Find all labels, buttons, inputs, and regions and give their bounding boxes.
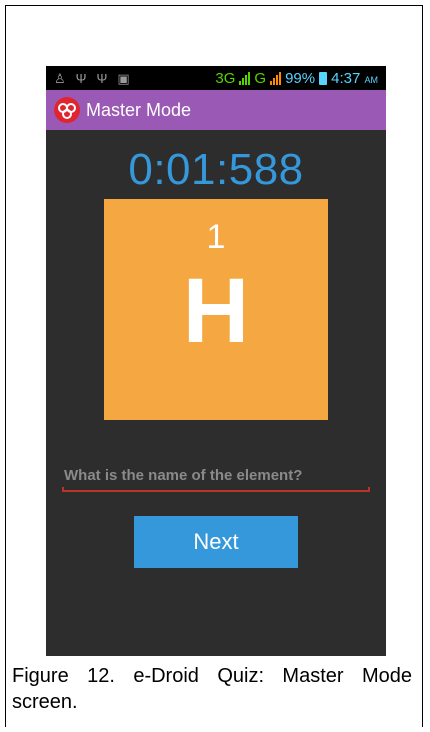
answer-field-container — [62, 460, 370, 494]
network-type: 3G — [215, 69, 236, 87]
system-status: 3G G 99% 4:37 AM — [215, 70, 378, 87]
clock: 4:37 AM — [331, 69, 378, 87]
signal-icon — [239, 71, 251, 85]
app-logo-icon — [54, 97, 80, 123]
image-icon: ▣ — [117, 70, 130, 86]
usb-icon: Ψ — [96, 70, 108, 86]
app-bar: Master Mode — [46, 90, 386, 130]
figure-caption: Figure 12. e-Droid Quiz: Master Mode scr… — [12, 665, 412, 713]
status-bar: ♙ Ψ Ψ ▣ 3G G 99% 4:37 AM — [46, 66, 386, 90]
battery-percent: 99% — [285, 69, 316, 87]
notification-icons: ♙ Ψ Ψ ▣ — [54, 72, 130, 85]
signal-icon — [270, 71, 282, 85]
answer-input[interactable] — [62, 460, 370, 490]
quiz-timer: 0:01:588 — [128, 145, 304, 194]
atomic-number: 1 — [206, 218, 226, 256]
usb-icon: Ψ — [75, 70, 87, 86]
element-tile: 1 H — [104, 199, 328, 420]
element-symbol: H — [182, 260, 250, 362]
phone-screen: ♙ Ψ Ψ ▣ 3G G 99% 4:37 AM Master Mode 0:0… — [46, 66, 386, 656]
next-button[interactable]: Next — [134, 516, 298, 568]
battery-icon — [319, 71, 328, 85]
android-icon: ♙ — [54, 70, 66, 86]
app-title: Master Mode — [86, 99, 192, 120]
input-underline — [62, 487, 370, 492]
network-type-secondary: G — [254, 69, 267, 87]
